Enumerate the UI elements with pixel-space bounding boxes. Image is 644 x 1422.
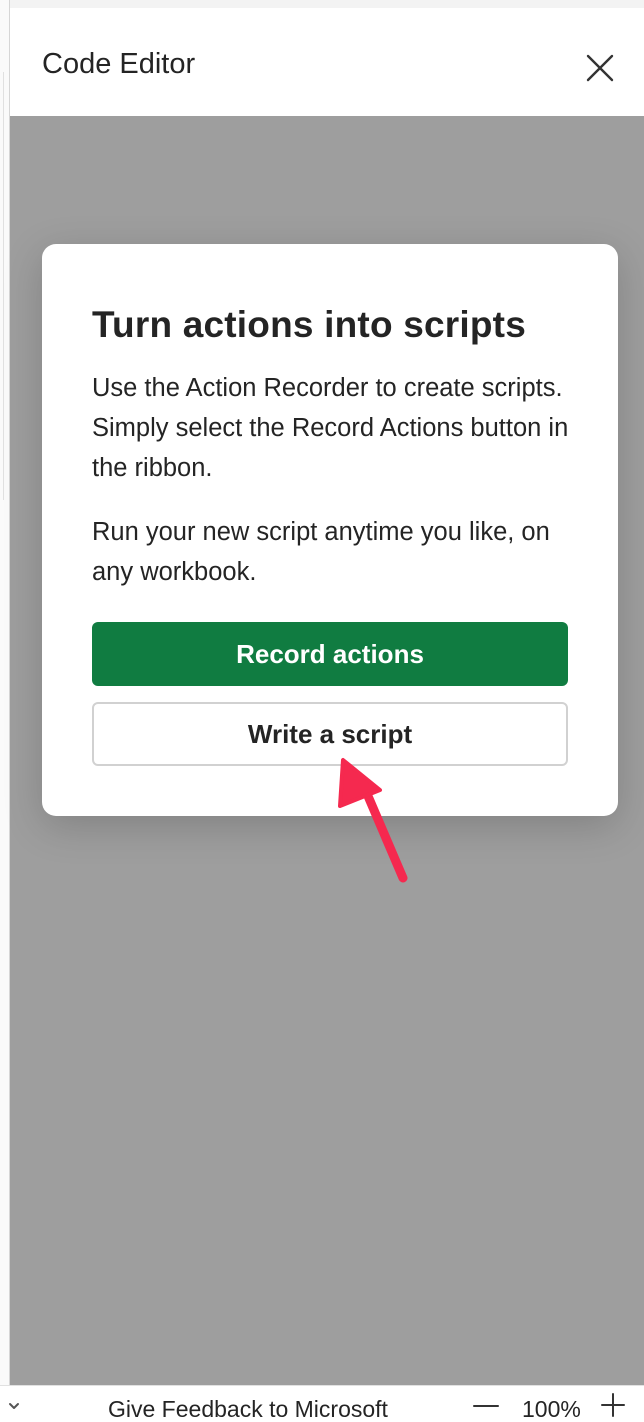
zoom-in-icon[interactable] (598, 1390, 628, 1420)
pane-title: Code Editor (42, 48, 196, 80)
status-bar: Give Feedback to Microsoft 100% (0, 1385, 644, 1422)
arrow-annotation-icon (338, 758, 408, 883)
workbook-edge-divider (0, 72, 4, 500)
chevron-down-icon[interactable] (4, 1396, 24, 1416)
zoom-level[interactable]: 100% (522, 1396, 581, 1422)
close-icon (586, 54, 614, 82)
card-title: Turn actions into scripts (92, 304, 526, 345)
pane-header: Code Editor (10, 8, 644, 116)
card-secondary-description: Run your new script anytime you like, on… (92, 518, 550, 586)
card-description: Use the Action Recorder to create script… (92, 374, 569, 482)
onboarding-card: Turn actions into scripts Use the Action… (42, 244, 618, 816)
give-feedback-link[interactable]: Give Feedback to Microsoft (108, 1396, 388, 1422)
workbook-edge (0, 0, 10, 1385)
code-editor-pane: Code Editor Turn actions into scripts Us… (10, 8, 644, 1385)
record-actions-button[interactable]: Record actions (92, 622, 568, 686)
zoom-out-icon[interactable] (472, 1394, 500, 1418)
close-button[interactable] (580, 48, 620, 88)
